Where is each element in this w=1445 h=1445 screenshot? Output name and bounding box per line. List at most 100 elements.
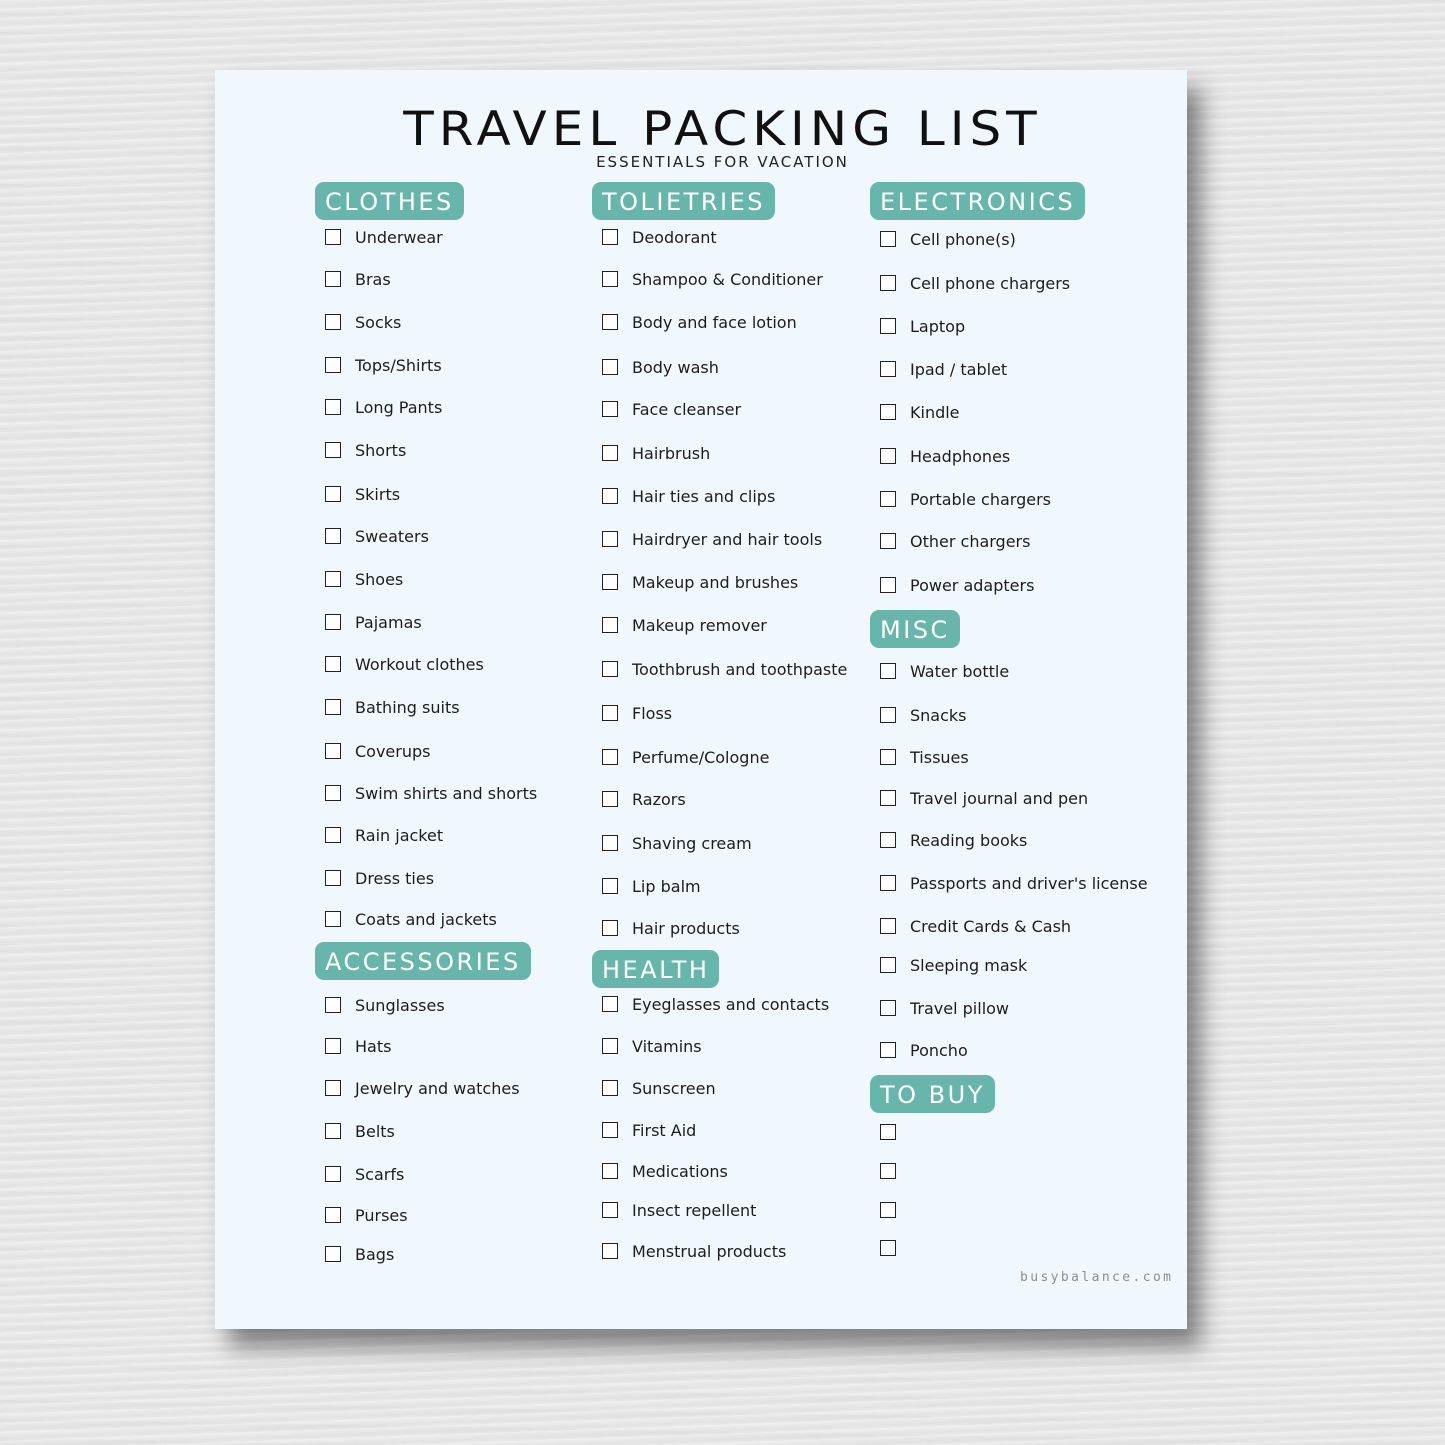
checklist-item-clothes[interactable]: Shoes <box>325 567 403 591</box>
checklist-item-health[interactable]: Medications <box>602 1159 728 1183</box>
checkbox[interactable] <box>602 531 618 547</box>
checkbox[interactable] <box>880 231 896 247</box>
checklist-item-toiletries[interactable]: Deodorant <box>602 225 717 249</box>
checkbox[interactable] <box>602 878 618 894</box>
checklist-item-clothes[interactable]: Coats and jackets <box>325 907 497 931</box>
checkbox[interactable] <box>602 705 618 721</box>
checklist-item-clothes[interactable]: Skirts <box>325 482 400 506</box>
checkbox[interactable] <box>880 361 896 377</box>
checkbox[interactable] <box>880 448 896 464</box>
checklist-item-health[interactable]: Insect repellent <box>602 1198 756 1222</box>
checklist-item-to-buy[interactable] <box>880 1159 910 1183</box>
checkbox[interactable] <box>325 1080 341 1096</box>
checkbox[interactable] <box>602 1038 618 1054</box>
checklist-item-clothes[interactable]: Underwear <box>325 225 443 249</box>
checklist-item-toiletries[interactable]: Makeup and brushes <box>602 570 798 594</box>
checklist-item-toiletries[interactable]: Lip balm <box>602 874 701 898</box>
checklist-item-misc[interactable]: Tissues <box>880 745 969 769</box>
checkbox[interactable] <box>325 229 341 245</box>
checklist-item-misc[interactable]: Poncho <box>880 1038 968 1062</box>
checklist-item-electronics[interactable]: Ipad / tablet <box>880 357 1007 381</box>
checklist-item-clothes[interactable]: Long Pants <box>325 395 442 419</box>
checklist-item-to-buy[interactable] <box>880 1236 910 1260</box>
checkbox[interactable] <box>602 445 618 461</box>
checkbox[interactable] <box>325 442 341 458</box>
checklist-item-clothes[interactable]: Swim shirts and shorts <box>325 781 537 805</box>
checkbox[interactable] <box>880 404 896 420</box>
checkbox[interactable] <box>325 911 341 927</box>
checklist-item-misc[interactable]: Passports and driver's license <box>880 871 1148 895</box>
checklist-item-clothes[interactable]: Rain jacket <box>325 823 443 847</box>
checklist-item-clothes[interactable]: Bathing suits <box>325 695 460 719</box>
checkbox[interactable] <box>602 574 618 590</box>
checkbox[interactable] <box>325 271 341 287</box>
checklist-item-electronics[interactable]: Other chargers <box>880 529 1030 553</box>
checkbox[interactable] <box>880 1163 896 1179</box>
checklist-item-toiletries[interactable]: Makeup remover <box>602 613 767 637</box>
checklist-item-electronics[interactable]: Cell phone(s) <box>880 227 1016 251</box>
checkbox[interactable] <box>880 1202 896 1218</box>
checkbox[interactable] <box>880 533 896 549</box>
checkbox[interactable] <box>602 1080 618 1096</box>
checklist-item-accessories[interactable]: Sunglasses <box>325 993 445 1017</box>
checkbox[interactable] <box>602 1202 618 1218</box>
checkbox[interactable] <box>880 318 896 334</box>
checkbox[interactable] <box>602 835 618 851</box>
checklist-item-clothes[interactable]: Tops/Shirts <box>325 353 442 377</box>
checklist-item-toiletries[interactable]: Body and face lotion <box>602 310 797 334</box>
checkbox[interactable] <box>602 1163 618 1179</box>
checkbox[interactable] <box>880 832 896 848</box>
checklist-item-health[interactable]: Eyeglasses and contacts <box>602 992 829 1016</box>
checkbox[interactable] <box>325 486 341 502</box>
checkbox[interactable] <box>602 791 618 807</box>
checklist-item-accessories[interactable]: Scarfs <box>325 1162 404 1186</box>
checklist-item-toiletries[interactable]: Hairdryer and hair tools <box>602 527 822 551</box>
checklist-item-toiletries[interactable]: Hairbrush <box>602 441 710 465</box>
checkbox[interactable] <box>325 1038 341 1054</box>
checkbox[interactable] <box>880 491 896 507</box>
checklist-item-clothes[interactable]: Shorts <box>325 438 406 462</box>
checklist-item-toiletries[interactable]: Body wash <box>602 355 719 379</box>
checklist-item-toiletries[interactable]: Face cleanser <box>602 397 741 421</box>
checkbox[interactable] <box>325 785 341 801</box>
checkbox[interactable] <box>325 357 341 373</box>
checkbox[interactable] <box>325 314 341 330</box>
checkbox[interactable] <box>602 401 618 417</box>
checkbox[interactable] <box>325 827 341 843</box>
checklist-item-accessories[interactable]: Belts <box>325 1119 395 1143</box>
checkbox[interactable] <box>602 488 618 504</box>
checklist-item-clothes[interactable]: Coverups <box>325 739 430 763</box>
checkbox[interactable] <box>602 314 618 330</box>
checklist-item-misc[interactable]: Travel journal and pen <box>880 786 1088 810</box>
checkbox[interactable] <box>325 870 341 886</box>
checkbox[interactable] <box>325 571 341 587</box>
checklist-item-toiletries[interactable]: Toothbrush and toothpaste <box>602 657 847 681</box>
checkbox[interactable] <box>325 528 341 544</box>
checklist-item-clothes[interactable]: Socks <box>325 310 401 334</box>
checkbox[interactable] <box>880 957 896 973</box>
checklist-item-health[interactable]: First Aid <box>602 1118 696 1142</box>
checklist-item-health[interactable]: Sunscreen <box>602 1076 716 1100</box>
checkbox[interactable] <box>602 920 618 936</box>
checkbox[interactable] <box>325 1123 341 1139</box>
checklist-item-accessories[interactable]: Hats <box>325 1034 391 1058</box>
checklist-item-clothes[interactable]: Bras <box>325 267 391 291</box>
checklist-item-misc[interactable]: Water bottle <box>880 659 1009 683</box>
checkbox[interactable] <box>325 997 341 1013</box>
checkbox[interactable] <box>880 749 896 765</box>
checkbox[interactable] <box>880 1000 896 1016</box>
checkbox[interactable] <box>602 1122 618 1138</box>
checklist-item-misc[interactable]: Snacks <box>880 703 967 727</box>
checklist-item-electronics[interactable]: Kindle <box>880 400 960 424</box>
checklist-item-misc[interactable]: Reading books <box>880 828 1027 852</box>
checklist-item-electronics[interactable]: Headphones <box>880 444 1010 468</box>
checklist-item-clothes[interactable]: Pajamas <box>325 610 422 634</box>
checklist-item-toiletries[interactable]: Floss <box>602 701 672 725</box>
checklist-item-toiletries[interactable]: Hair products <box>602 916 740 940</box>
checklist-item-accessories[interactable]: Purses <box>325 1203 408 1227</box>
checkbox[interactable] <box>880 663 896 679</box>
checkbox[interactable] <box>325 699 341 715</box>
checklist-item-clothes[interactable]: Dress ties <box>325 866 434 890</box>
checkbox[interactable] <box>880 1240 896 1256</box>
checkbox[interactable] <box>602 996 618 1012</box>
